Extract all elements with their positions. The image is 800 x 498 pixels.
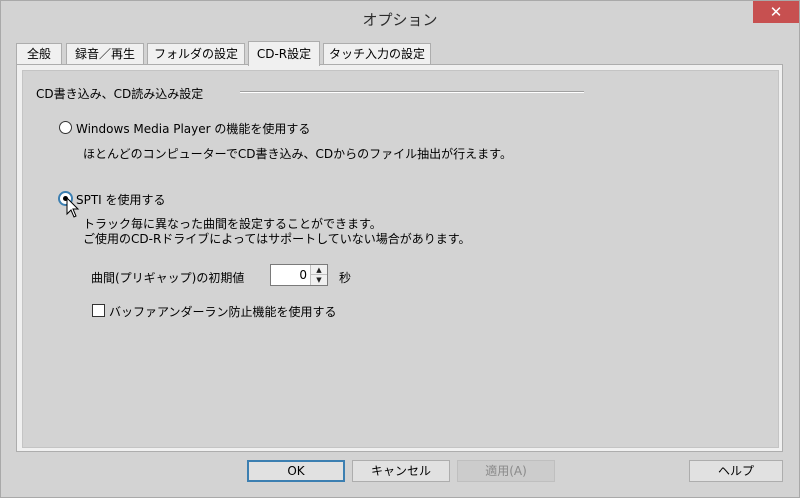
help-button[interactable]: ヘルプ — [689, 460, 783, 482]
gap-value[interactable]: 0 — [299, 268, 307, 282]
group-title: CD書き込み、CD読み込み設定 — [36, 87, 204, 101]
gap-unit: 秒 — [339, 271, 352, 285]
wmp-description: ほとんどのコンピューターでCD書き込み、CDからのファイル抽出が行えます。 — [83, 147, 512, 161]
gap-increment-button[interactable]: ▲ — [311, 265, 327, 275]
chevron-down-icon: ▼ — [316, 276, 322, 284]
tab-record-play[interactable]: 録音／再生 — [66, 43, 144, 65]
ok-button[interactable]: OK — [247, 460, 345, 482]
buffer-underrun-label[interactable]: バッファアンダーラン防止機能を使用する — [109, 303, 337, 320]
chevron-up-icon: ▲ — [316, 266, 322, 274]
tab-folder-settings[interactable]: フォルダの設定 — [147, 43, 245, 65]
gap-label: 曲間(プリギャップ)の初期値 — [91, 271, 245, 285]
gap-stepper[interactable]: 0 ▲ ▼ — [270, 264, 328, 286]
group-divider — [240, 91, 584, 93]
wmp-radio-label[interactable]: Windows Media Player の機能を使用する — [76, 120, 310, 137]
spti-radio-label[interactable]: SPTI を使用する — [76, 191, 166, 208]
buffer-underrun-checkbox[interactable] — [92, 304, 105, 317]
apply-button[interactable]: 適用(A) — [457, 460, 555, 482]
window-title: オプション — [362, 11, 438, 29]
cd-settings-group: CD書き込み、CD読み込み設定 Windows Media Player の機能… — [22, 70, 779, 448]
tab-panel: CD書き込み、CD読み込み設定 Windows Media Player の機能… — [16, 64, 783, 452]
tab-cdr-settings[interactable]: CD-R設定 — [248, 41, 320, 66]
mouse-cursor-icon — [66, 197, 80, 218]
wmp-radio[interactable] — [59, 121, 72, 134]
gap-stepper-buttons: ▲ ▼ — [310, 265, 327, 285]
gap-decrement-button[interactable]: ▼ — [311, 275, 327, 285]
spti-description-2: ご使用のCD-Rドライブによってはサポートしていない場合があります。 — [83, 232, 471, 246]
tab-general[interactable]: 全般 — [16, 43, 62, 65]
close-icon: ✕ — [769, 3, 783, 21]
options-dialog: オプション ✕ 全般 録音／再生 フォルダの設定 CD-R設定 タッチ入力の設定… — [0, 0, 800, 498]
close-button[interactable]: ✕ — [753, 1, 799, 23]
tab-touch-settings[interactable]: タッチ入力の設定 — [323, 43, 431, 65]
cancel-button[interactable]: キャンセル — [352, 460, 450, 482]
title-bar[interactable]: オプション ✕ — [1, 1, 799, 34]
